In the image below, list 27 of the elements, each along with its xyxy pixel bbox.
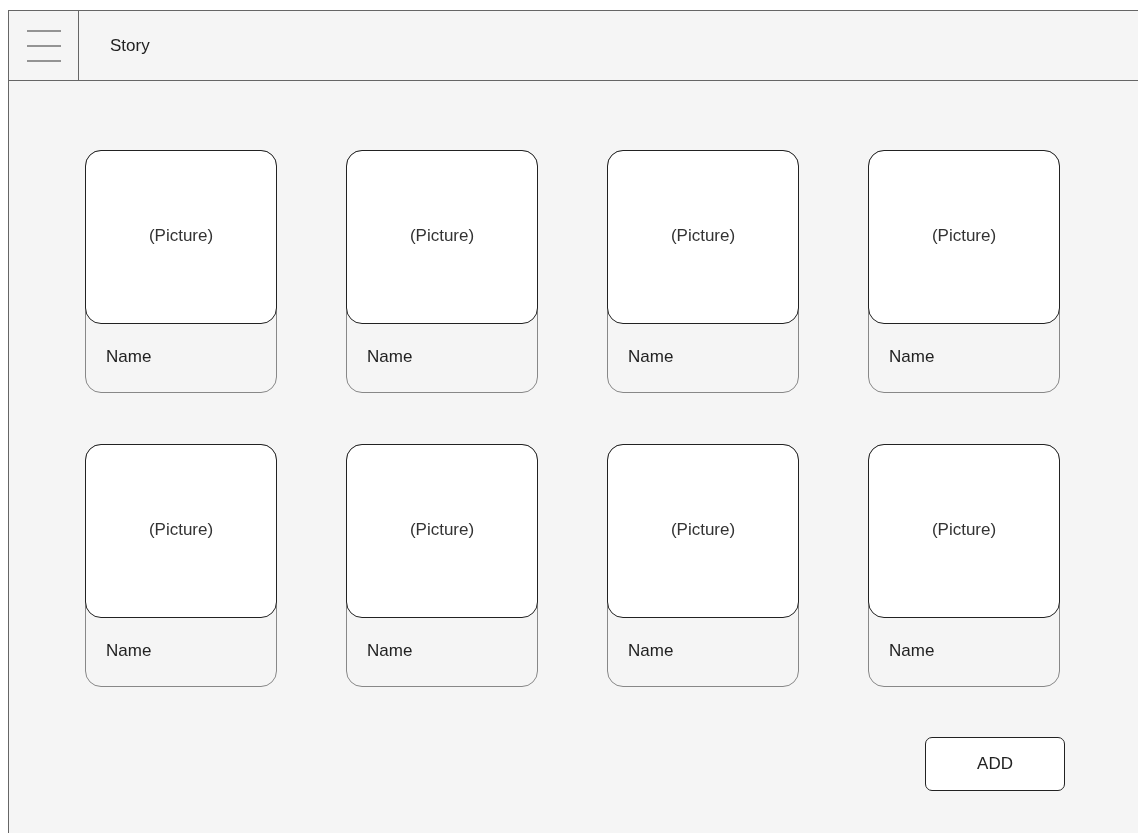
picture-label: (Picture) — [931, 226, 997, 246]
story-card[interactable]: (Picture) Name — [85, 444, 277, 687]
card-name: Name — [628, 641, 674, 661]
page-title: Story — [110, 35, 150, 56]
card-name: Name — [367, 641, 413, 661]
story-card[interactable]: (Picture) Name — [85, 150, 277, 393]
story-card[interactable]: (Picture) Name — [868, 444, 1060, 687]
picture-label: (Picture) — [148, 226, 214, 246]
picture-label: (Picture) — [148, 520, 214, 540]
card-name: Name — [889, 347, 935, 367]
add-button[interactable]: ADD — [925, 737, 1065, 791]
menu-icon — [26, 28, 61, 63]
card-name: Name — [106, 641, 152, 661]
story-card[interactable]: (Picture) Name — [346, 150, 538, 393]
picture-label: (Picture) — [409, 226, 475, 246]
picture-label: (Picture) — [670, 520, 736, 540]
picture-label: (Picture) — [670, 226, 736, 246]
picture-label: (Picture) — [409, 520, 475, 540]
story-card[interactable]: (Picture) Name — [346, 444, 538, 687]
card-name: Name — [628, 347, 674, 367]
story-card[interactable]: (Picture) Name — [868, 150, 1060, 393]
story-card[interactable]: (Picture) Name — [607, 444, 799, 687]
card-name: Name — [889, 641, 935, 661]
story-card[interactable]: (Picture) Name — [607, 150, 799, 393]
card-name: Name — [106, 347, 152, 367]
card-name: Name — [367, 347, 413, 367]
picture-label: (Picture) — [931, 520, 997, 540]
